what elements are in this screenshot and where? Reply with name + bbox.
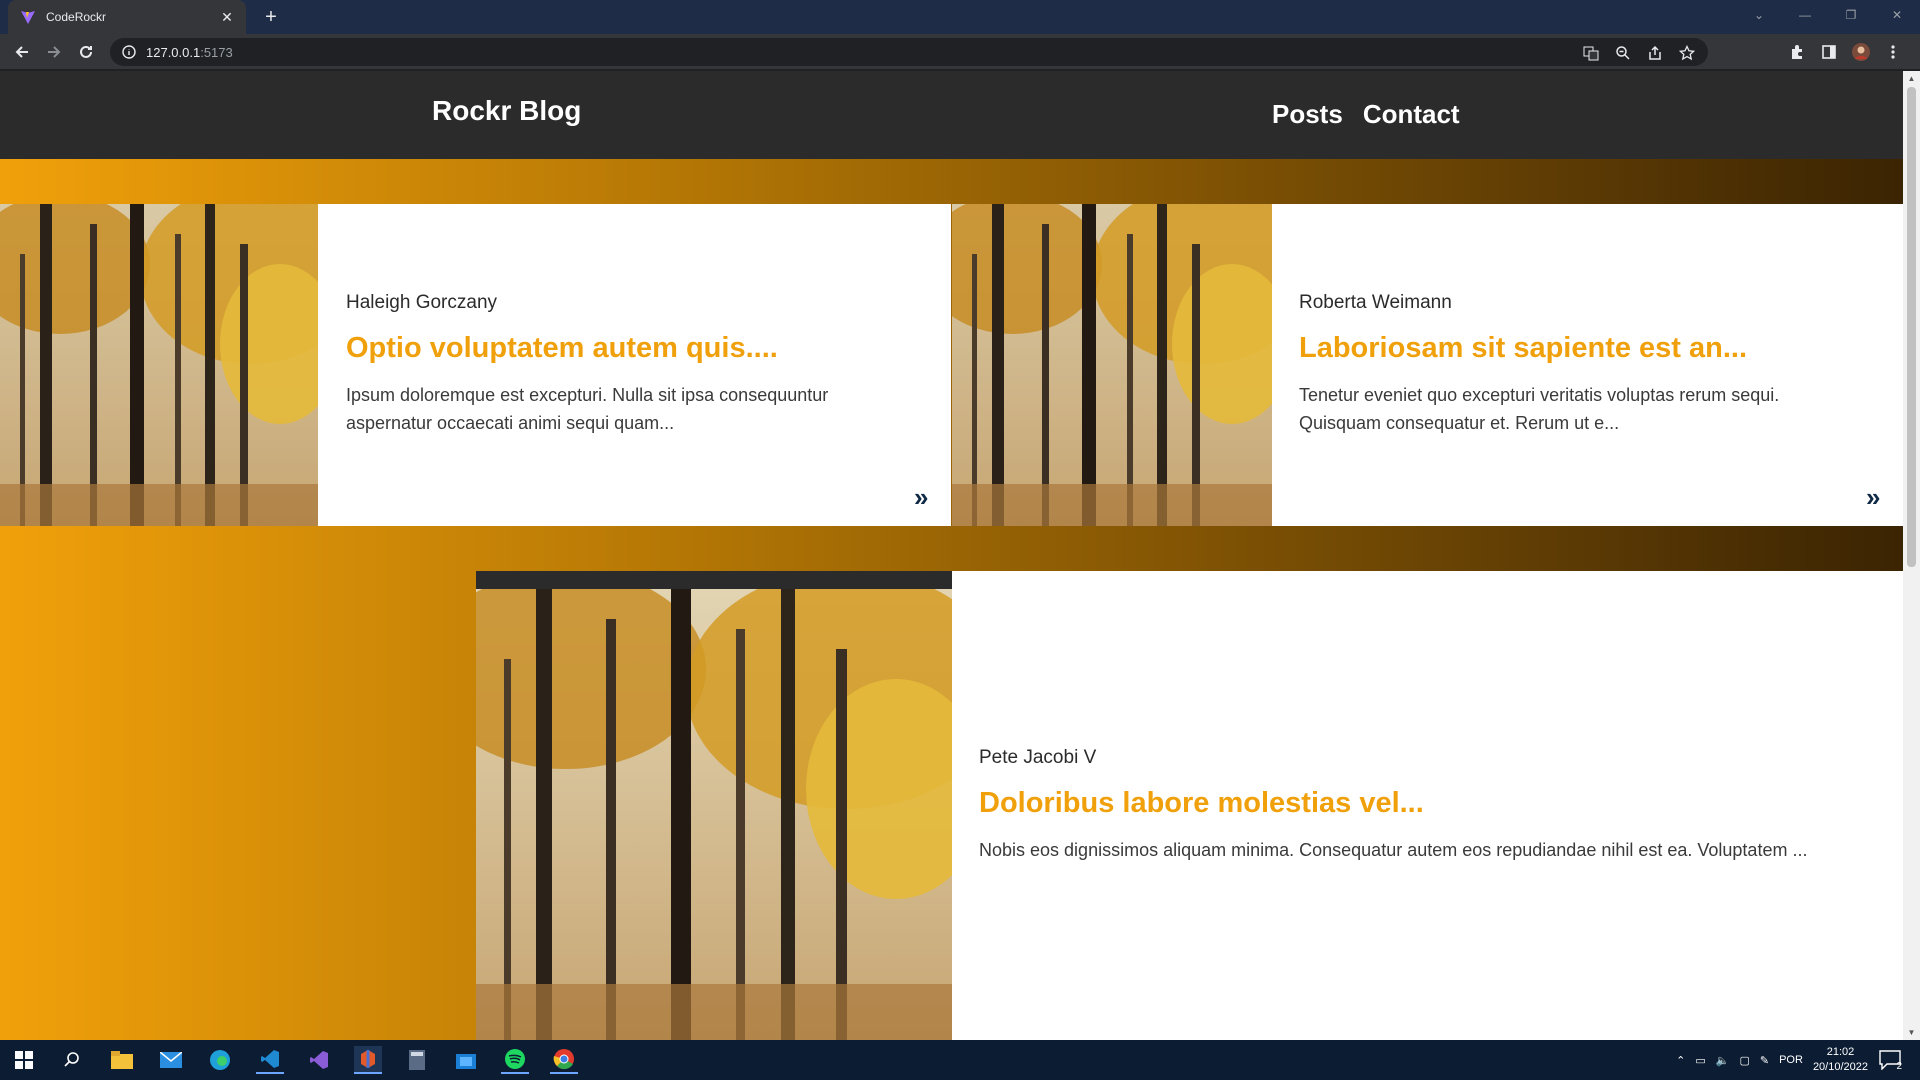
minimize-window-button[interactable]: — [1782,0,1828,30]
visual-studio-icon[interactable] [305,1046,333,1074]
close-window-button[interactable]: ✕ [1874,0,1920,30]
network-icon[interactable]: ▢ [1739,1054,1749,1067]
post-title[interactable]: Doloribus labore molestias vel... [979,787,1859,820]
site-brand[interactable]: Rockr Blog [432,95,581,127]
post-author: Haleigh Gorczany [346,292,498,313]
profile-avatar[interactable] [1852,43,1870,61]
volume-icon[interactable]: 🔈 [1716,1054,1730,1067]
bookmark-star-icon[interactable] [1678,44,1696,62]
spotify-icon[interactable] [501,1046,529,1074]
notifications-icon[interactable]: 2 [1876,1046,1904,1074]
arrow-left-icon [15,46,28,58]
mail-icon[interactable] [157,1046,185,1074]
post-excerpt: Nobis eos dignissimos aliquam minima. Co… [979,840,1808,860]
battery-icon[interactable]: ▭ [1695,1054,1705,1067]
forward-button[interactable] [42,40,66,64]
zoom-icon[interactable] [1614,44,1632,62]
nav-link-posts[interactable]: Posts [1272,99,1343,130]
browser-toolbar: 127.0.0.1:5173 [0,34,1920,70]
post-image [476,571,952,1040]
scroll-down-icon[interactable]: ▼ [1907,1028,1916,1037]
pen-icon[interactable]: ✎ [1760,1054,1769,1067]
forest-image [476,589,952,1040]
forest-image [0,204,318,526]
post-body: Haleigh Gorczany Optio voluptatem autem … [346,292,906,437]
read-more-icon[interactable]: » [1866,482,1880,513]
windows-start-icon[interactable] [10,1046,38,1074]
nav-link-contact[interactable]: Contact [1363,99,1460,130]
post-body: Pete Jacobi V Doloribus labore molestias… [979,747,1859,864]
browser-tab[interactable]: CodeRockr ✕ [8,0,246,34]
address-bar[interactable]: 127.0.0.1:5173 [110,38,1708,66]
tab-search-icon[interactable]: ⌄ [1736,0,1782,30]
post-title[interactable]: Optio voluptatem autem quis.... [346,332,906,365]
post-card[interactable]: Roberta Weimann Laboriosam sit sapiente … [952,204,1903,526]
store-icon[interactable] [452,1046,480,1074]
url-port: :5173 [200,44,233,60]
show-hidden-icons-icon[interactable]: ⌃ [1676,1054,1685,1067]
post-author: Roberta Weimann [1299,292,1452,313]
post-card-featured[interactable]: Pete Jacobi V Doloribus labore molestias… [476,571,1903,1040]
reload-button[interactable] [74,40,98,64]
post-author: Pete Jacobi V [979,747,1097,768]
url-text: 127.0.0.1:5173 [146,45,233,60]
info-icon[interactable] [122,45,136,59]
language-indicator[interactable]: POR [1779,1054,1803,1066]
chrome-icon[interactable] [550,1046,578,1074]
close-tab-icon[interactable]: ✕ [216,9,238,26]
page-scrollbar[interactable]: ▲ ▼ [1903,71,1920,1040]
url-host: 127.0.0.1 [146,44,201,60]
vite-favicon-icon [21,11,35,24]
site-header: Rockr Blog Posts Contact [0,71,1903,159]
toolbar-right [1788,43,1902,61]
post-excerpt: Ipsum doloremque est excepturi. Nulla si… [346,385,829,433]
restore-window-button[interactable]: ❐ [1828,0,1874,30]
post-body: Roberta Weimann Laboriosam sit sapiente … [1299,292,1859,437]
reload-icon [80,45,92,58]
search-icon[interactable] [58,1046,86,1074]
browser-tab-strip: CodeRockr ✕ + ⌄ — ❐ ✕ [0,0,1920,34]
arrow-right-icon [48,46,61,58]
scroll-up-icon[interactable]: ▲ [1907,74,1916,83]
page-viewport: Rockr Blog Posts Contact Haleigh Gorczan… [0,71,1903,1040]
notifications-count: 2 [1896,1061,1902,1072]
share-icon[interactable] [1646,44,1664,62]
clock-date: 20/10/2022 [1812,1061,1868,1073]
post-card[interactable]: Haleigh Gorczany Optio voluptatem autem … [0,204,951,526]
tab-title: CodeRockr [46,10,107,24]
translate-icon[interactable] [1582,44,1600,62]
active-app-icon[interactable] [354,1046,382,1074]
calculator-icon[interactable] [403,1046,431,1074]
site-nav: Posts Contact [1272,99,1460,130]
clock-time: 21:02 [1826,1046,1855,1058]
windows-taskbar: ⌃ ▭ 🔈 ▢ ✎ POR 21:02 20/10/2022 2 [0,1040,1920,1080]
read-more-icon[interactable]: » [914,482,928,513]
vscode-icon[interactable] [256,1046,284,1074]
forest-image [952,204,1272,526]
browser-menu-icon[interactable] [1884,43,1902,61]
post-title[interactable]: Laboriosam sit sapiente est an... [1299,332,1859,365]
side-panel-icon[interactable] [1820,43,1838,61]
post-image [952,204,1272,526]
back-button[interactable] [10,40,34,64]
extensions-icon[interactable] [1788,43,1806,61]
edge-icon[interactable] [206,1046,234,1074]
file-explorer-icon[interactable] [108,1046,136,1074]
system-tray: ⌃ ▭ 🔈 ▢ ✎ POR 21:02 20/10/2022 [1676,1040,1868,1080]
new-tab-button[interactable]: + [258,4,284,30]
omnibox-actions [1582,44,1696,62]
scrollbar-thumb[interactable] [1907,87,1916,567]
post-excerpt: Tenetur eveniet quo excepturi veritatis … [1299,385,1780,433]
post-image [0,204,318,526]
clock[interactable]: 21:02 20/10/2022 [1813,1045,1868,1075]
